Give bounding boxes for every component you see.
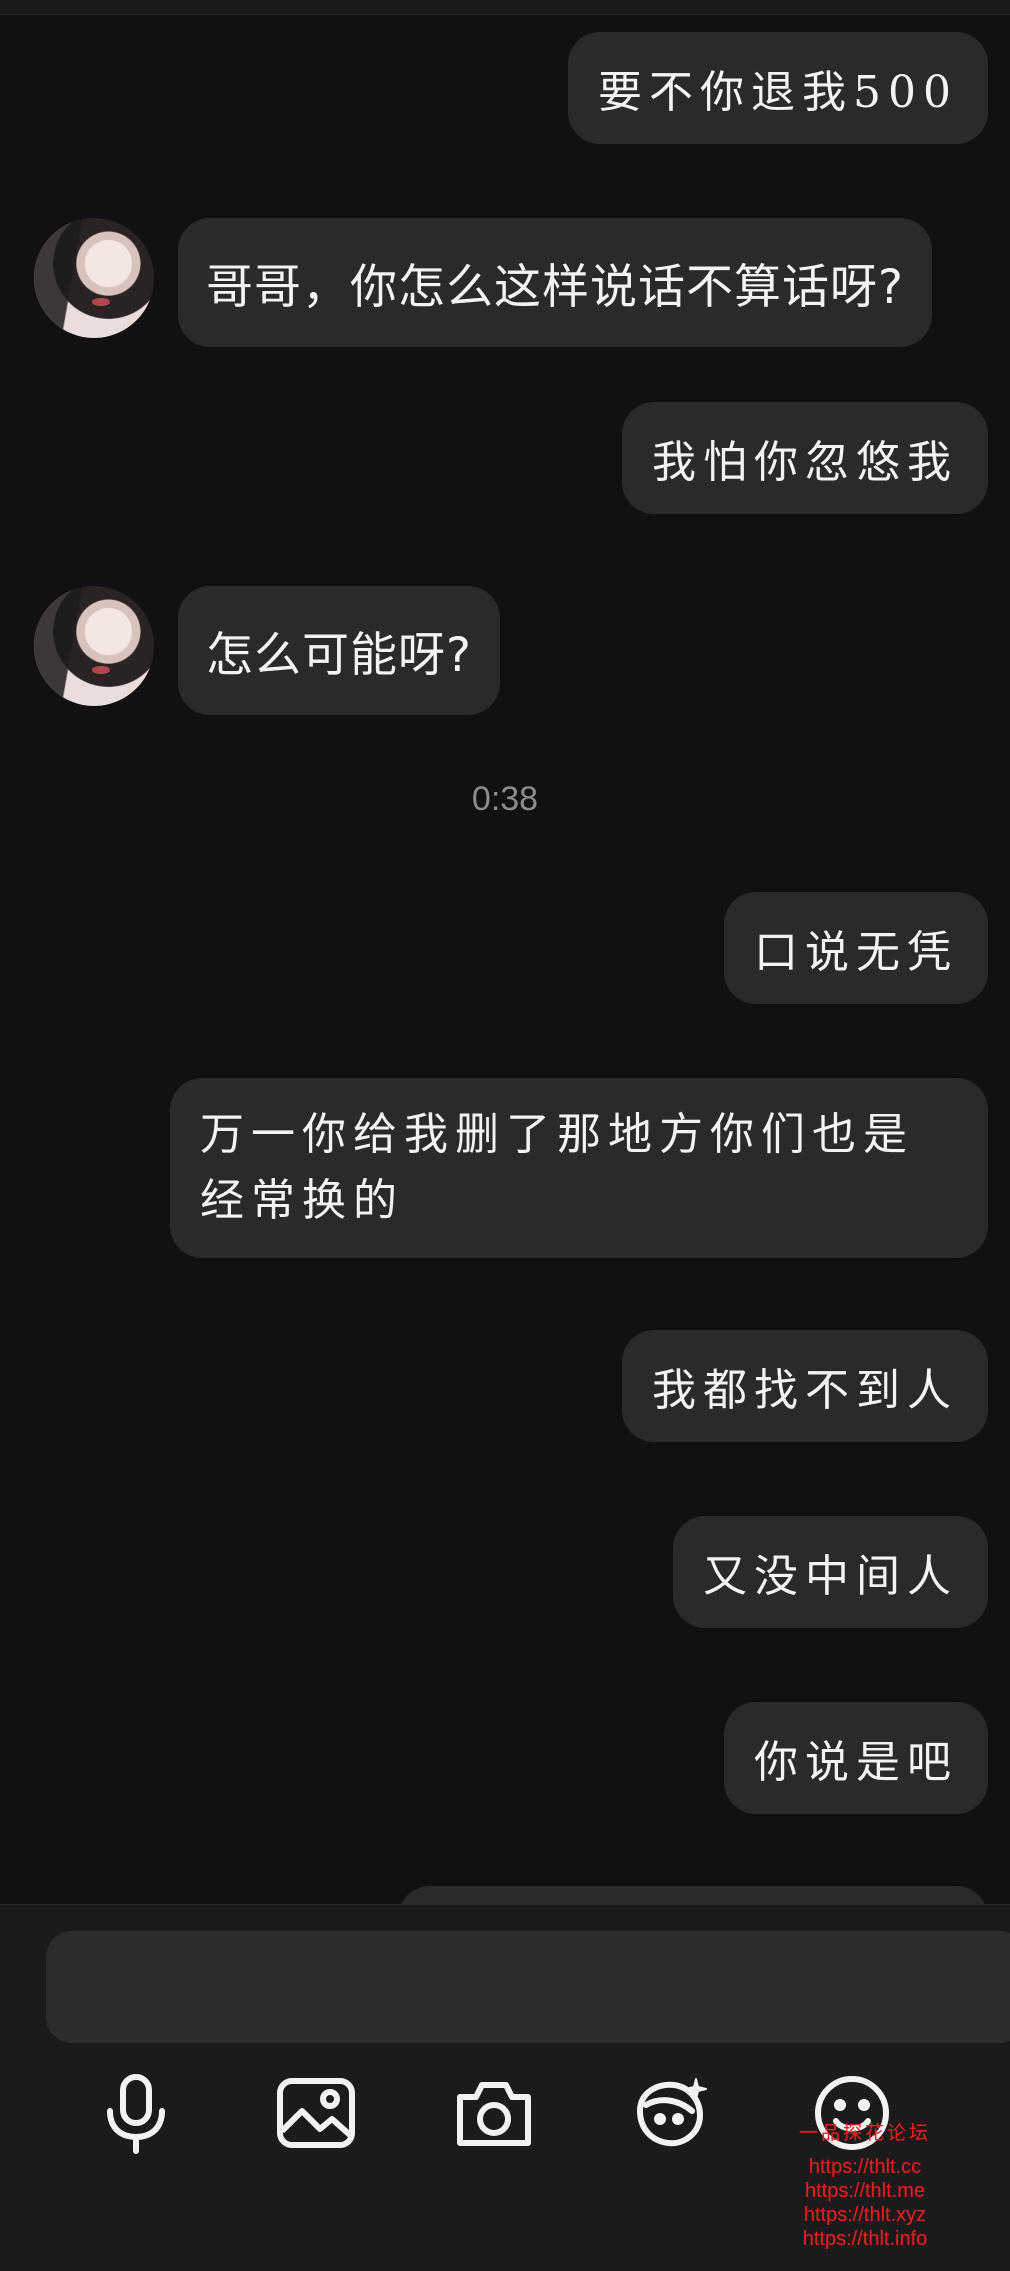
message-text: 我怕你忽悠我 [652,437,958,488]
ai-sticker-icon [637,2078,707,2147]
message-bubble-incoming[interactable]: 哥哥，你怎么这样说话不算话呀? [178,218,932,347]
image-icon [277,2078,355,2148]
message-text: 又没中间人 [703,1551,958,1602]
message-text: 万一你给我删了那地方你们也是经常换的 [200,1109,914,1226]
avatar-hair [34,218,154,338]
contact-avatar[interactable] [34,586,154,706]
watermark: 一品探花论坛 https://thlt.cc https://thlt.me h… [770,2118,960,2251]
chat-timestamp: 0:38 [471,780,539,818]
watermark-url: https://thlt.xyz [803,2204,927,2226]
message-bubble-outgoing[interactable]: 又没中间人 [673,1516,988,1628]
watermark-url: https://thlt.me [804,2180,926,2202]
message-bubble-outgoing[interactable]: 要不你退我500 [568,32,988,144]
contact-avatar[interactable] [34,218,154,338]
message-text: 口说无凭 [754,927,958,978]
avatar-hair [34,586,154,706]
message-bubble-outgoing[interactable]: 口说无凭 [724,892,988,1004]
message-bubble-outgoing[interactable]: 你说是吧 [724,1702,988,1814]
message-bubble-outgoing[interactable]: 我怕你忽悠我 [622,402,988,514]
image-button[interactable] [268,2065,364,2161]
top-divider [0,0,1010,15]
message-bubble-outgoing[interactable]: 我都找不到人 [622,1330,988,1442]
message-bubble-outgoing[interactable]: 万一你给我删了那地方你们也是经常换的 [170,1078,988,1258]
message-text: 我都找不到人 [652,1365,958,1416]
avatar-lip [92,298,110,306]
microphone-button[interactable] [88,2065,184,2161]
message-text: 怎么可能呀? [206,628,472,683]
watermark-url: https://thlt.cc [808,2156,922,2178]
microphone-icon [107,2074,165,2154]
more-button[interactable] [982,2065,1010,2161]
message-text: 你说是吧 [754,1737,958,1788]
chat-screen: 要不你退我500 哥哥，你怎么这样说话不算话呀? 我怕你忽悠我 怎么可能呀? 0… [0,0,1010,2271]
camera-icon [457,2082,531,2146]
ai-sticker-button[interactable] [624,2065,720,2161]
message-text: 要不你退我500 [598,67,958,118]
message-bubble-incoming[interactable]: 怎么可能呀? [178,586,500,715]
watermark-url: https://thlt.info [802,2228,928,2250]
watermark-title: 一品探花论坛 [798,2122,931,2144]
camera-button[interactable] [446,2065,542,2161]
avatar-lip [92,666,110,674]
message-input[interactable] [46,1931,1010,2043]
message-text: 哥哥，你怎么这样说话不算话呀? [206,260,904,315]
